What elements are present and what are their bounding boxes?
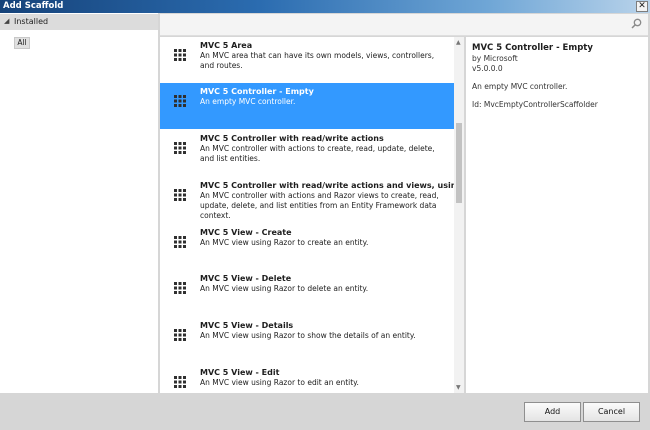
- collapse-triangle-icon[interactable]: ◢: [4, 17, 9, 25]
- scroll-down-arrow-icon[interactable]: ▼: [456, 384, 461, 391]
- tree-item-all[interactable]: All: [14, 37, 30, 49]
- close-button[interactable]: ✕: [636, 1, 648, 12]
- dialog-footer: Add Cancel: [0, 393, 650, 430]
- item-name: MVC 5 Controller - Empty: [200, 87, 314, 96]
- tree-node-label: Installed: [14, 17, 49, 26]
- search-input[interactable]: [160, 14, 648, 36]
- title-bar: Add Scaffold ✕: [0, 0, 650, 13]
- item-description: An MVC controller with actions and Razor…: [200, 191, 439, 220]
- item-description: An empty MVC controller.: [200, 97, 296, 106]
- tree-node-installed[interactable]: ◢ Installed: [0, 14, 158, 30]
- list-item[interactable]: MVC 5 View - Details An MVC view using Ra…: [160, 317, 454, 363]
- list-item[interactable]: MVC 5 Controller with read/write actions…: [160, 177, 454, 223]
- grid-icon: [173, 94, 187, 108]
- list-item[interactable]: MVC 5 Controller with read/write actions…: [160, 130, 454, 176]
- item-name: MVC 5 Controller with read/write actions…: [200, 181, 454, 190]
- scroll-up-arrow-icon[interactable]: ▲: [456, 39, 461, 46]
- list-item[interactable]: MVC 5 Controller - Empty An empty MVC con…: [160, 83, 454, 129]
- item-name: MVC 5 View - Delete: [200, 274, 292, 283]
- grid-icon: [173, 48, 187, 62]
- item-name: MVC 5 View - Details: [200, 321, 294, 330]
- item-description: An MVC controller with actions to create…: [200, 144, 435, 163]
- window-title: Add Scaffold: [3, 1, 64, 11]
- item-name: MVC 5 View - Create: [200, 228, 292, 237]
- search-icon[interactable]: [631, 18, 642, 31]
- item-description: An MVC view using Razor to delete an ent…: [200, 284, 369, 293]
- category-tree: ◢ Installed All: [0, 13, 158, 393]
- scroll-thumb[interactable]: [456, 123, 462, 203]
- add-button[interactable]: Add: [524, 402, 581, 422]
- grid-icon: [173, 375, 187, 389]
- grid-icon: [173, 328, 187, 342]
- item-description: An MVC area that can have its own models…: [200, 51, 435, 70]
- item-description: An MVC view using Razor to edit an entit…: [200, 378, 359, 387]
- grid-icon: [173, 141, 187, 155]
- detail-description: An empty MVC controller.: [472, 82, 568, 91]
- cancel-button[interactable]: Cancel: [583, 402, 640, 422]
- list-item[interactable]: MVC 5 View - Delete An MVC view using Raz…: [160, 270, 454, 316]
- detail-author: by Microsoft: [472, 54, 518, 63]
- list-scrollbar[interactable]: ▲ ▼: [454, 37, 464, 393]
- list-item[interactable]: MVC 5 View - Create An MVC view using Raz…: [160, 224, 454, 270]
- item-description: An MVC view using Razor to show the deta…: [200, 331, 416, 340]
- detail-id: Id: MvcEmptyControllerScaffolder: [472, 100, 598, 109]
- grid-icon: [173, 188, 187, 202]
- scaffold-list[interactable]: MVC 5 Area An MVC area that can have its …: [160, 37, 464, 393]
- detail-version: v5.0.0.0: [472, 64, 503, 73]
- list-item[interactable]: MVC 5 View - Edit An MVC view using Razor…: [160, 364, 454, 393]
- item-name: MVC 5 View - Edit: [200, 368, 280, 377]
- item-name: MVC 5 Area: [200, 41, 253, 50]
- detail-pane: MVC 5 Controller - Empty by Microsoft v5…: [466, 37, 648, 393]
- grid-icon: [173, 235, 187, 249]
- item-description: An MVC view using Razor to create an ent…: [200, 238, 369, 247]
- list-item[interactable]: MVC 5 Area An MVC area that can have its …: [160, 37, 454, 83]
- grid-icon: [173, 281, 187, 295]
- item-name: MVC 5 Controller with read/write actions: [200, 134, 384, 143]
- detail-title: MVC 5 Controller - Empty: [472, 43, 593, 53]
